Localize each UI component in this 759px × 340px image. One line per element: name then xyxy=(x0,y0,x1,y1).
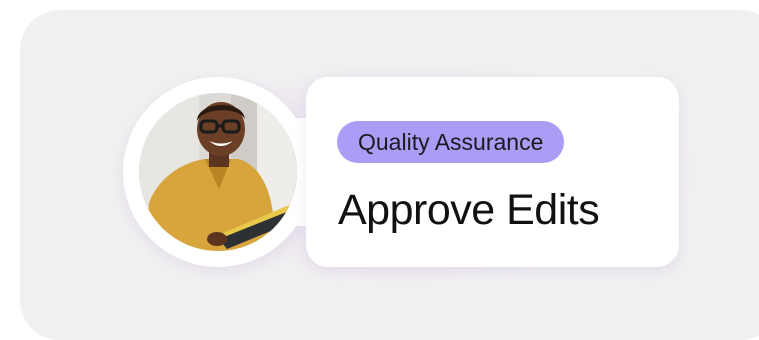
avatar xyxy=(139,93,297,251)
person-photo-icon xyxy=(139,93,297,251)
category-badge: Quality Assurance xyxy=(337,121,565,163)
task-title: Approve Edits xyxy=(338,186,600,234)
